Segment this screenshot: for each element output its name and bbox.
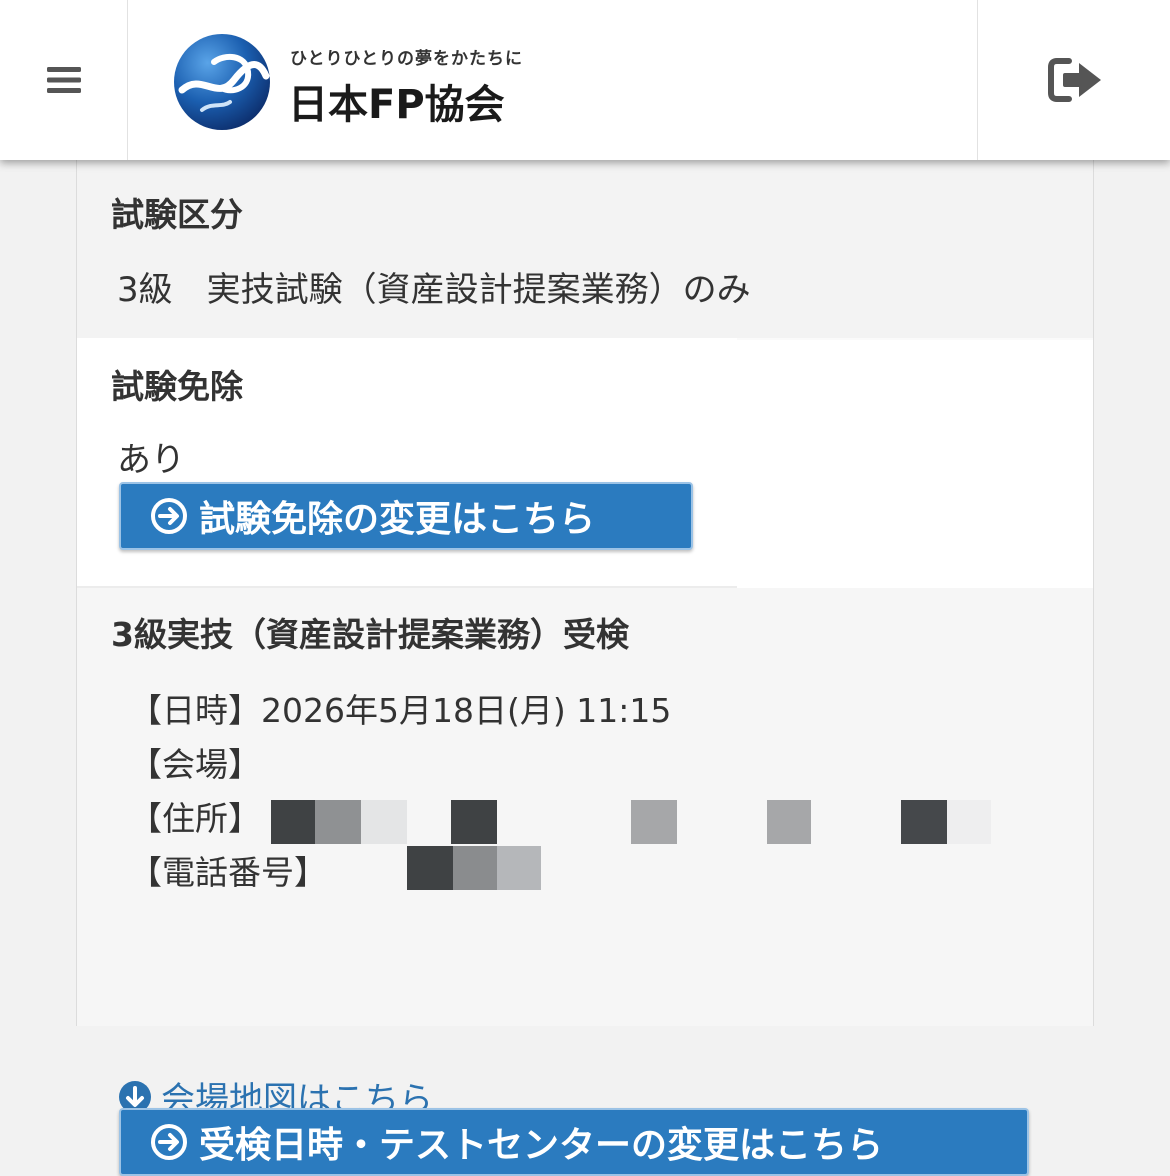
logout-button[interactable]: [977, 0, 1170, 160]
datetime-value: 2026年5月18日(月) 11:15: [261, 691, 672, 730]
exemption-value: あり: [117, 440, 185, 480]
exam-category-value: 3級 実技試験（資産設計提案業務）のみ: [117, 270, 751, 310]
arrow-circle-right-icon: [151, 498, 187, 534]
address-row: 【住所】: [129, 792, 261, 840]
exam-session-section: 3級実技（資産設計提案業務）受検 【日時】2026年5月18日(月) 11:15…: [77, 588, 1093, 1176]
tagline: ひとりひとりの夢をかたちに: [290, 49, 523, 69]
change-exam-datetime-button[interactable]: 受検日時・テストセンターの変更はこちら: [119, 1108, 1029, 1176]
address-label: 【住所】: [129, 799, 261, 838]
exam-category-title: 試験区分: [111, 195, 243, 234]
exam-session-title: 3級実技（資産設計提案業務）受検: [111, 615, 629, 654]
phone-row: 【電話番号】: [129, 846, 327, 894]
venue-row: 【会場】: [129, 738, 261, 786]
hamburger-menu-icon: [46, 67, 81, 93]
brand-name: 日本FP協会: [288, 82, 505, 128]
exemption-section: 試験免除 あり 試験免除の変更はこちら: [77, 340, 1093, 588]
logout-icon: [1047, 58, 1101, 102]
app-header: ひとりひとりの夢をかたちに 日本FP協会: [0, 0, 1170, 160]
exemption-title: 試験免除: [111, 367, 243, 406]
jafp-logo-icon: [174, 34, 270, 130]
datetime-label: 【日時】: [129, 691, 261, 730]
application-detail-panel: 試験区分 3級 実技試験（資産設計提案業務）のみ 試験免除 あり 試験免除の変更…: [76, 160, 1094, 1176]
datetime-row: 【日時】2026年5月18日(月) 11:15: [129, 684, 671, 732]
menu-button[interactable]: [0, 0, 128, 160]
change-exam-datetime-label: 受検日時・テストセンターの変更はこちら: [199, 1125, 884, 1166]
change-exemption-button[interactable]: 試験免除の変更はこちら: [119, 482, 693, 550]
venue-label: 【会場】: [129, 745, 261, 784]
change-exemption-label: 試験免除の変更はこちら: [199, 499, 596, 540]
brand-logo[interactable]: ひとりひとりの夢をかたちに 日本FP協会: [172, 32, 552, 132]
arrow-circle-right-icon: [151, 1124, 187, 1160]
phone-label: 【電話番号】: [129, 853, 327, 892]
exam-category-section: 試験区分 3級 実技試験（資産設計提案業務）のみ: [77, 160, 1093, 338]
